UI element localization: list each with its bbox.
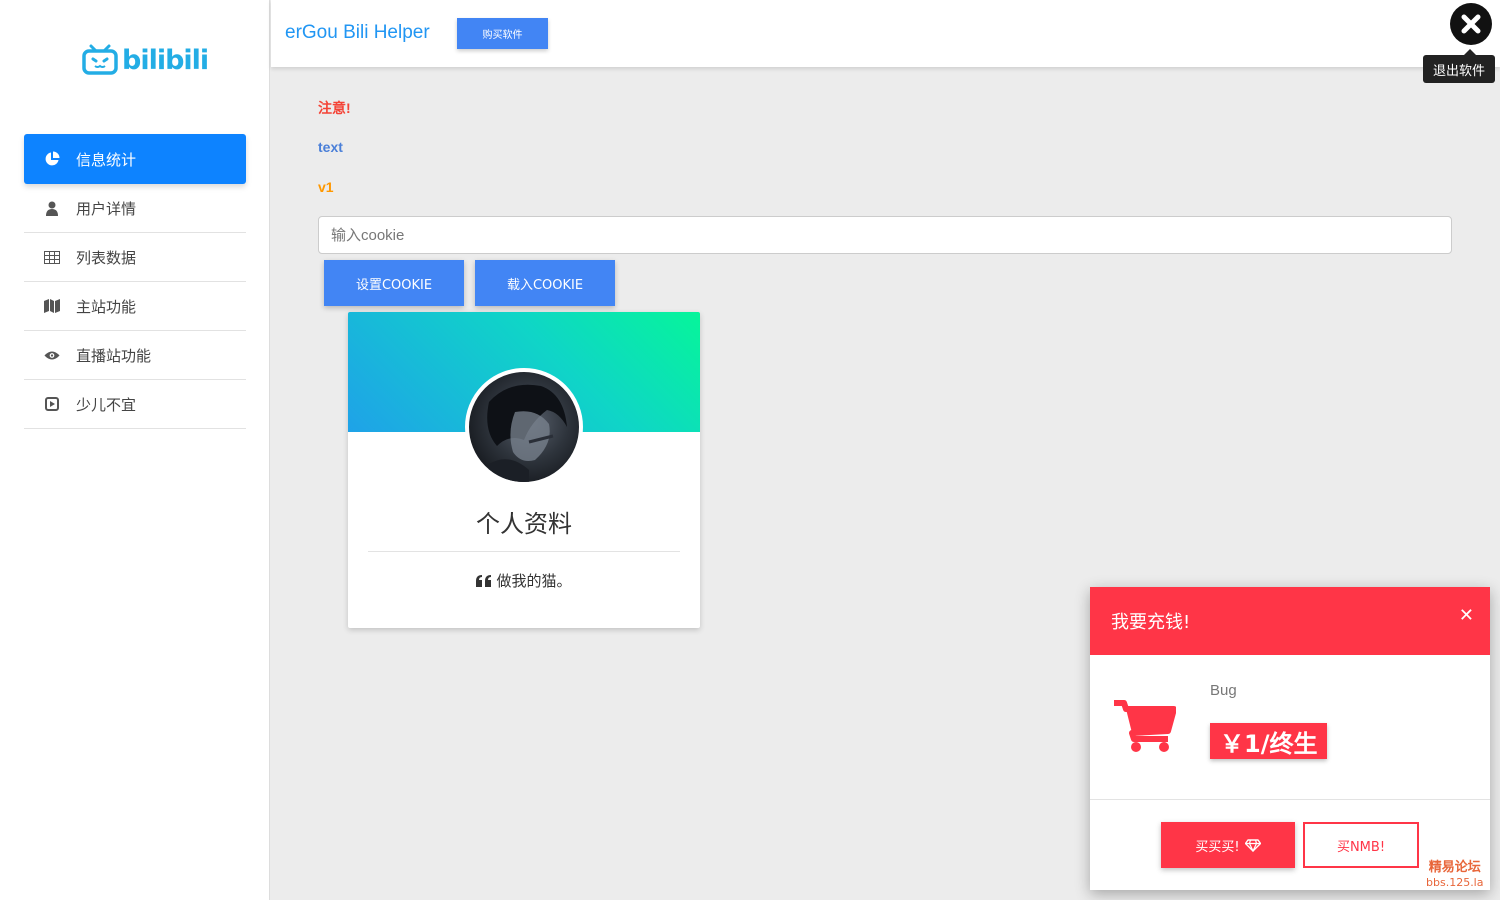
play-square-icon [44, 396, 60, 412]
notice-warning: 注意! [318, 100, 351, 116]
buy-now-label: 买买买! [1195, 839, 1240, 855]
sidebar-item-live[interactable]: 直播站功能 [24, 331, 246, 380]
cookie-input[interactable] [318, 216, 1452, 254]
watermark-line1: 精易论坛 [1428, 860, 1481, 875]
buy-alt-button[interactable]: 买NMB! [1303, 822, 1419, 868]
shopping-cart-icon [1114, 700, 1176, 752]
modal-close-icon[interactable]: ✕ [1459, 605, 1474, 626]
avatar [465, 368, 583, 486]
buy-software-button[interactable]: 购买软件 [457, 18, 548, 49]
sidebar-nav: 信息统计 用户详情 列表数据 主站功能 直播站功能 少儿不宜 [24, 134, 246, 429]
profile-card: 个人资料 做我的猫。 [348, 312, 700, 628]
exit-tooltip: 退出软件 [1423, 49, 1495, 83]
sidebar-item-label: 主站功能 [76, 297, 137, 316]
modal-header: 我要充钱! ✕ [1090, 587, 1490, 655]
sidebar: bilibili 信息统计 用户详情 列表数据 主站功能 直播站功能 少儿不宜 [0, 0, 270, 900]
watermark-line2: bbs.125.la [1426, 876, 1484, 889]
quote-icon [476, 574, 492, 587]
profile-title: 个人资料 [476, 510, 572, 538]
sidebar-item-stats[interactable]: 信息统计 [24, 134, 246, 184]
diamond-icon [1244, 838, 1261, 852]
exit-button[interactable] [1450, 3, 1492, 45]
logo-text: bilibili [122, 44, 209, 76]
pie-chart-icon [44, 151, 60, 167]
sidebar-item-label: 少儿不宜 [76, 395, 137, 414]
divider [1090, 799, 1490, 800]
table-icon [44, 249, 60, 265]
notice-text: text [318, 139, 343, 155]
sidebar-item-user-details[interactable]: 用户详情 [24, 184, 246, 233]
watermark: 精易论坛 bbs.125.la [1426, 860, 1483, 890]
sidebar-item-label: 直播站功能 [76, 346, 152, 365]
price-badge: ￥1/终生 [1210, 723, 1328, 759]
profile-quote: 做我的猫。 [348, 570, 700, 591]
sidebar-item-label: 用户详情 [76, 199, 137, 218]
bilibili-logo: bilibili [82, 44, 209, 76]
map-icon [44, 298, 60, 314]
close-icon [1461, 14, 1481, 34]
eye-icon [44, 347, 60, 363]
divider [368, 551, 680, 552]
app-title: erGou Bili Helper [285, 22, 430, 43]
set-cookie-button[interactable]: 设置COOKIE [324, 260, 464, 306]
product-name: Bug [1210, 682, 1237, 699]
sidebar-item-list-data[interactable]: 列表数据 [24, 233, 246, 282]
user-icon [44, 200, 60, 216]
tv-icon [82, 44, 118, 75]
load-cookie-button[interactable]: 载入COOKIE [475, 260, 615, 306]
top-header: erGou Bili Helper 购买软件 [271, 0, 1500, 67]
sidebar-item-main-site[interactable]: 主站功能 [24, 282, 246, 331]
notice-version: v1 [318, 179, 334, 195]
quote-text: 做我的猫。 [496, 572, 572, 590]
modal-title: 我要充钱! [1111, 612, 1191, 633]
buy-now-button[interactable]: 买买买! [1161, 822, 1295, 868]
sidebar-item-label: 列表数据 [76, 248, 137, 267]
sidebar-item-label: 信息统计 [76, 150, 137, 169]
sidebar-item-restricted[interactable]: 少儿不宜 [24, 380, 246, 429]
recharge-modal: 我要充钱! ✕ Bug ￥1/终生 买买买! 买NMB! [1090, 587, 1490, 890]
